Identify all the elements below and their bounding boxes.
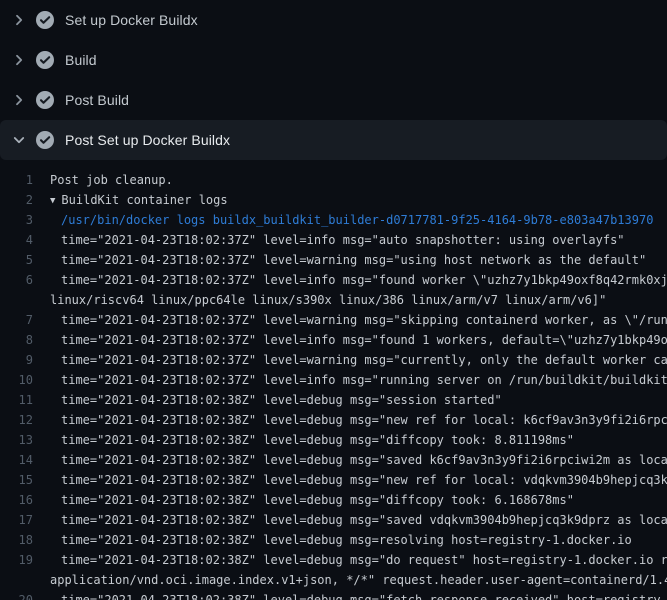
log-console: 1 Post job cleanup. 2 ▼ BuildKit containe… bbox=[0, 160, 667, 600]
step-label: Build bbox=[65, 52, 97, 68]
log-line-text: time="2021-04-23T18:02:38Z" level=debug … bbox=[33, 530, 667, 550]
check-circle-icon bbox=[36, 91, 54, 109]
log-line: 19 time="2021-04-23T18:02:38Z" level=deb… bbox=[0, 550, 667, 570]
step-header-set-up-docker-buildx[interactable]: Set up Docker Buildx bbox=[0, 0, 667, 40]
check-circle-icon bbox=[36, 51, 54, 69]
log-line: application/vnd.oci.image.index.v1+json,… bbox=[0, 570, 667, 590]
log-line-number[interactable]: 15 bbox=[0, 470, 33, 490]
log-line-number[interactable]: 13 bbox=[0, 430, 33, 450]
log-line-text: time="2021-04-23T18:02:37Z" level=info m… bbox=[33, 230, 667, 250]
log-line-text: time="2021-04-23T18:02:38Z" level=debug … bbox=[33, 550, 667, 570]
log-line-number[interactable]: 12 bbox=[0, 410, 33, 430]
log-line: 3 /usr/bin/docker logs buildx_buildkit_b… bbox=[0, 210, 667, 230]
log-line: 1 Post job cleanup. bbox=[0, 170, 667, 190]
log-line: 15 time="2021-04-23T18:02:38Z" level=deb… bbox=[0, 470, 667, 490]
log-line-text: time="2021-04-23T18:02:38Z" level=debug … bbox=[33, 470, 667, 490]
log-line-text: time="2021-04-23T18:02:38Z" level=debug … bbox=[33, 510, 667, 530]
log-line: 11 time="2021-04-23T18:02:38Z" level=deb… bbox=[0, 390, 667, 410]
log-line: 6 time="2021-04-23T18:02:37Z" level=info… bbox=[0, 270, 667, 290]
log-line-text: application/vnd.oci.image.index.v1+json,… bbox=[33, 570, 667, 590]
log-line-text: time="2021-04-23T18:02:38Z" level=debug … bbox=[33, 450, 667, 470]
log-line-number[interactable] bbox=[0, 290, 33, 310]
log-line-number[interactable]: 7 bbox=[0, 310, 33, 330]
log-line: 18 time="2021-04-23T18:02:38Z" level=deb… bbox=[0, 530, 667, 550]
log-line: 7 time="2021-04-23T18:02:37Z" level=warn… bbox=[0, 310, 667, 330]
log-line-number[interactable] bbox=[0, 570, 33, 590]
step-header-post-build[interactable]: Post Build bbox=[0, 80, 667, 120]
step-label: Post Build bbox=[65, 92, 129, 108]
log-line-text: time="2021-04-23T18:02:38Z" level=debug … bbox=[33, 590, 667, 600]
log-line-number[interactable]: 3 bbox=[0, 210, 33, 230]
log-line-number[interactable]: 20 bbox=[0, 590, 33, 600]
step-header-post-set-up-docker-buildx[interactable]: Post Set up Docker Buildx bbox=[0, 120, 667, 160]
chevron-right-icon bbox=[10, 12, 28, 28]
log-line: 9 time="2021-04-23T18:02:37Z" level=warn… bbox=[0, 350, 667, 370]
step-header-build[interactable]: Build bbox=[0, 40, 667, 80]
log-line-number[interactable]: 16 bbox=[0, 490, 33, 510]
log-group-label: BuildKit container logs bbox=[61, 193, 227, 207]
chevron-right-icon bbox=[10, 92, 28, 108]
log-line-number[interactable]: 4 bbox=[0, 230, 33, 250]
log-line-text: linux/riscv64 linux/ppc64le linux/s390x … bbox=[33, 290, 667, 310]
actions-log-viewer: Set up Docker Buildx Build Post Build Po… bbox=[0, 0, 667, 600]
log-line-text: ▼ BuildKit container logs bbox=[33, 190, 667, 210]
step-label: Set up Docker Buildx bbox=[65, 12, 198, 28]
log-line-number[interactable]: 6 bbox=[0, 270, 33, 290]
chevron-down-icon bbox=[10, 132, 28, 148]
log-line-text: time="2021-04-23T18:02:38Z" level=debug … bbox=[33, 410, 667, 430]
log-line: 2 ▼ BuildKit container logs bbox=[0, 190, 667, 210]
step-list: Set up Docker Buildx Build Post Build Po… bbox=[0, 0, 667, 160]
log-line-number[interactable]: 5 bbox=[0, 250, 33, 270]
log-line: 12 time="2021-04-23T18:02:38Z" level=deb… bbox=[0, 410, 667, 430]
log-line-number[interactable]: 2 bbox=[0, 190, 33, 210]
log-group-caret-icon[interactable]: ▼ bbox=[50, 191, 55, 210]
log-line-text: time="2021-04-23T18:02:38Z" level=debug … bbox=[33, 490, 667, 510]
log-line-text: time="2021-04-23T18:02:37Z" level=info m… bbox=[33, 330, 667, 350]
step-label: Post Set up Docker Buildx bbox=[65, 132, 230, 148]
log-line-text: /usr/bin/docker logs buildx_buildkit_bui… bbox=[33, 210, 667, 230]
log-line-number[interactable]: 8 bbox=[0, 330, 33, 350]
log-line: 17 time="2021-04-23T18:02:38Z" level=deb… bbox=[0, 510, 667, 530]
log-line-text: time="2021-04-23T18:02:37Z" level=info m… bbox=[33, 370, 667, 390]
log-line-text: time="2021-04-23T18:02:37Z" level=warnin… bbox=[33, 310, 667, 330]
log-line-number[interactable]: 19 bbox=[0, 550, 33, 570]
log-line-text: time="2021-04-23T18:02:38Z" level=debug … bbox=[33, 390, 667, 410]
log-line-text: Post job cleanup. bbox=[33, 170, 667, 190]
log-line-number[interactable]: 9 bbox=[0, 350, 33, 370]
log-line-number[interactable]: 10 bbox=[0, 370, 33, 390]
check-circle-icon bbox=[36, 11, 54, 29]
log-line-number[interactable]: 14 bbox=[0, 450, 33, 470]
check-circle-icon bbox=[36, 131, 54, 149]
log-line-text: time="2021-04-23T18:02:37Z" level=warnin… bbox=[33, 250, 667, 270]
log-line-number[interactable]: 18 bbox=[0, 530, 33, 550]
log-line: 16 time="2021-04-23T18:02:38Z" level=deb… bbox=[0, 490, 667, 510]
log-line-number[interactable]: 17 bbox=[0, 510, 33, 530]
chevron-right-icon bbox=[10, 52, 28, 68]
log-line-text: time="2021-04-23T18:02:38Z" level=debug … bbox=[33, 430, 667, 450]
log-line: 10 time="2021-04-23T18:02:37Z" level=inf… bbox=[0, 370, 667, 390]
log-line: 14 time="2021-04-23T18:02:38Z" level=deb… bbox=[0, 450, 667, 470]
log-line-text: time="2021-04-23T18:02:37Z" level=info m… bbox=[33, 270, 667, 290]
log-line-text: time="2021-04-23T18:02:37Z" level=warnin… bbox=[33, 350, 667, 370]
log-line-number[interactable]: 1 bbox=[0, 170, 33, 190]
log-line: linux/riscv64 linux/ppc64le linux/s390x … bbox=[0, 290, 667, 310]
log-line: 13 time="2021-04-23T18:02:38Z" level=deb… bbox=[0, 430, 667, 450]
log-line: 4 time="2021-04-23T18:02:37Z" level=info… bbox=[0, 230, 667, 250]
log-line: 20 time="2021-04-23T18:02:38Z" level=deb… bbox=[0, 590, 667, 600]
log-line: 8 time="2021-04-23T18:02:37Z" level=info… bbox=[0, 330, 667, 350]
log-line-number[interactable]: 11 bbox=[0, 390, 33, 410]
log-line: 5 time="2021-04-23T18:02:37Z" level=warn… bbox=[0, 250, 667, 270]
